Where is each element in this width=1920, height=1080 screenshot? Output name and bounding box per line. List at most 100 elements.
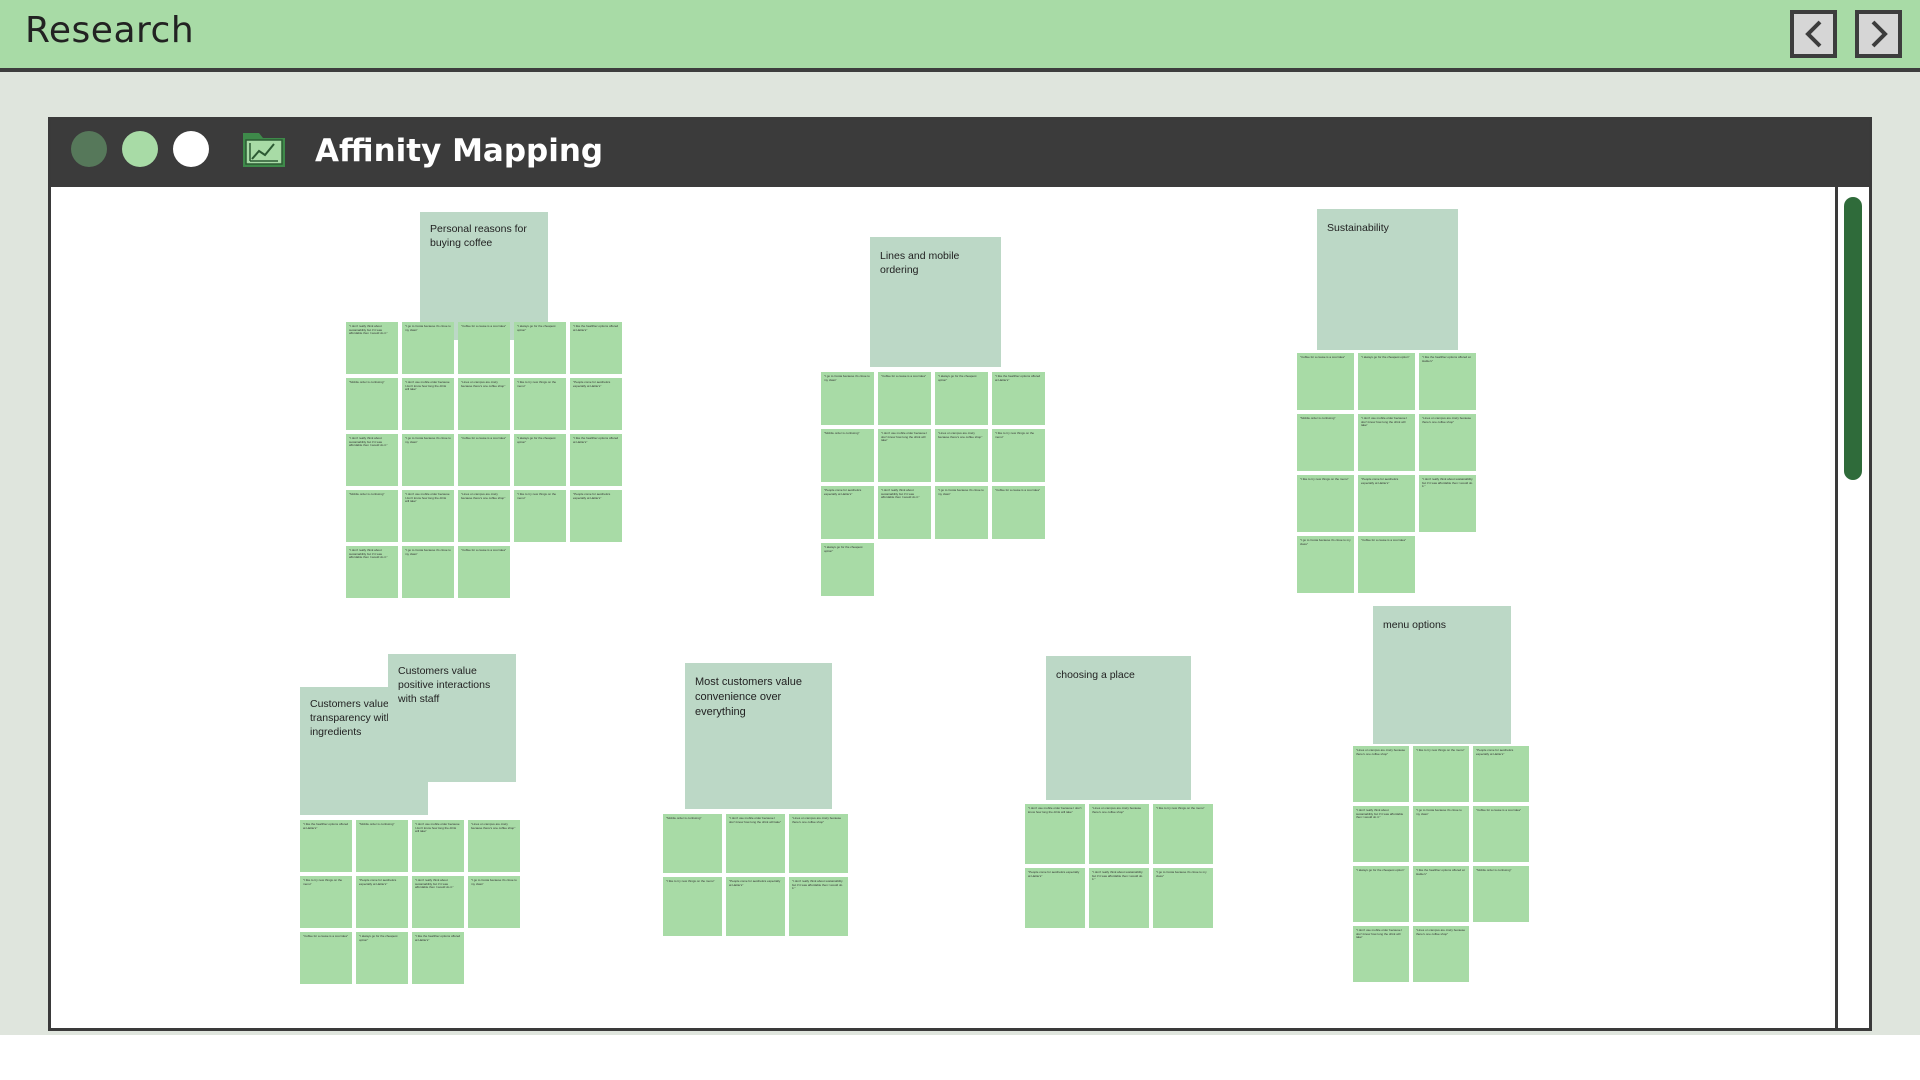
sticky-note[interactable]: "Lines on campus are crazy because there… <box>458 490 510 542</box>
sticky-note[interactable]: "I go to Costa because it's close to my … <box>402 434 454 486</box>
sticky-note[interactable]: "I like the healthier options offered at… <box>992 372 1045 425</box>
sticky-note[interactable]: "Lines on campus are crazy because there… <box>1419 414 1476 471</box>
sticky-note[interactable]: "I go to Costa because it's close to my … <box>402 322 454 374</box>
affinity-window: Affinity Mapping Personal reasons for bu… <box>48 117 1872 1031</box>
back-button[interactable] <box>1790 10 1837 58</box>
sticky-note[interactable]: "I don't use mobile order because I don'… <box>726 814 785 873</box>
sticky-note[interactable]: "Lines on campus are crazy because there… <box>1413 926 1469 982</box>
sticky-note[interactable]: "Mobile order is confusing" <box>1473 866 1529 922</box>
sticky-note[interactable]: "Mobile order is confusing" <box>1297 414 1354 471</box>
sticky-note[interactable]: "I don't really think about sustainabili… <box>346 322 398 374</box>
forward-button[interactable] <box>1855 10 1902 58</box>
sticky-note[interactable]: "Coffee for a cause is a cool idea" <box>458 434 510 486</box>
sticky-note[interactable]: "I always go for the cheapest option" <box>514 322 566 374</box>
group-header-menu[interactable]: menu options <box>1373 606 1511 744</box>
sticky-note[interactable]: "Lines on campus are crazy because there… <box>458 378 510 430</box>
sticky-note[interactable]: "I don't really think about sustainabili… <box>878 486 931 539</box>
sticky-note[interactable]: "I always go for the cheapest option" <box>356 932 408 984</box>
sticky-note[interactable]: "Coffee for a cause is a cool idea" <box>878 372 931 425</box>
sticky-note[interactable]: "Coffee for a cause is a cool idea" <box>458 322 510 374</box>
sticky-note[interactable]: "Coffee for a cause is a cool idea" <box>300 932 352 984</box>
chevron-right-icon <box>1871 20 1888 48</box>
sticky-note[interactable]: "People come for aesthetics especially a… <box>821 486 874 539</box>
sticky-note[interactable]: "I don't really think about sustainabili… <box>346 546 398 598</box>
sticky-note[interactable]: "Mobile order is confusing" <box>356 820 408 872</box>
sticky-note[interactable]: "People come for aesthetics especially a… <box>1025 868 1085 928</box>
sticky-note[interactable]: "Lines on campus are crazy because there… <box>935 429 988 482</box>
sticky-note[interactable]: "I go to Costa because it's close to my … <box>1297 536 1354 593</box>
sticky-note[interactable]: "Lines on campus are crazy because there… <box>1353 746 1409 802</box>
sticky-note[interactable]: "Mobile order is confusing" <box>663 814 722 873</box>
chart-folder-icon <box>243 133 285 167</box>
vertical-scrollbar[interactable] <box>1835 187 1869 1028</box>
sticky-note[interactable]: "Mobile order is confusing" <box>821 429 874 482</box>
sticky-note[interactable]: "I always go for the cheapest option" <box>821 543 874 596</box>
group-header-choosing[interactable]: choosing a place <box>1046 656 1191 800</box>
sticky-note[interactable]: "I always go for the cheapest option" <box>935 372 988 425</box>
sticky-note[interactable]: "Lines on campus are crazy because there… <box>468 820 520 872</box>
sticky-note[interactable]: "People come for aesthetics especially a… <box>570 490 622 542</box>
sticky-note[interactable]: "I like to try new things on the menu" <box>663 877 722 936</box>
sticky-note[interactable]: "Mobile order is confusing" <box>346 490 398 542</box>
affinity-canvas[interactable]: Personal reasons for buying coffee Lines… <box>51 187 1835 1028</box>
group-header-personal[interactable]: Personal reasons for buying coffee <box>420 212 548 340</box>
sticky-note[interactable]: "Mobile order is confusing" <box>346 378 398 430</box>
sticky-note[interactable]: "I don't really think about sustainabili… <box>346 434 398 486</box>
sticky-note[interactable]: "I go to Costa because it's close to my … <box>821 372 874 425</box>
sticky-note[interactable]: "I go to Costa because it's close to my … <box>1153 868 1213 928</box>
sticky-note[interactable]: "I like to try new things on the menu" <box>1297 475 1354 532</box>
sticky-note[interactable]: "Lines on campus are crazy because there… <box>789 814 848 873</box>
sticky-note[interactable]: "I don't really think about sustainabili… <box>1353 806 1409 862</box>
sticky-note[interactable]: "I like to try new things on the menu" <box>514 490 566 542</box>
sticky-note[interactable]: "I go to Costa because it's close to my … <box>935 486 988 539</box>
sticky-note[interactable]: "I like the healthier options offered at… <box>570 322 622 374</box>
sticky-note[interactable]: "I like the healthier options offered at… <box>570 434 622 486</box>
sticky-note[interactable]: "I like the healthier options offered at… <box>300 820 352 872</box>
sticky-note[interactable]: "I don't really think about sustainabili… <box>789 877 848 936</box>
sticky-note[interactable]: "I like the healthier options offered at… <box>1419 353 1476 410</box>
sticky-note[interactable]: "I like to try new things on the menu" <box>1153 804 1213 864</box>
group-header-lines[interactable]: Lines and mobile ordering <box>870 237 1001 367</box>
sticky-note[interactable]: "I always go for the cheapest option" <box>514 434 566 486</box>
sticky-note[interactable]: "I don't really think about sustainabili… <box>412 876 464 928</box>
sticky-note[interactable]: "I don't really think about sustainabili… <box>1419 475 1476 532</box>
sticky-note[interactable]: "I like the healthier options offered at… <box>1413 866 1469 922</box>
sticky-note[interactable]: "Lines on campus are crazy because there… <box>1089 804 1149 864</box>
sticky-note[interactable]: "I like to try new things on the menu" <box>1413 746 1469 802</box>
top-bar: Research <box>0 0 1920 72</box>
sticky-note[interactable]: "Coffee for a cause is a cool idea" <box>992 486 1045 539</box>
sticky-note[interactable]: "Coffee for a cause is a cool idea" <box>1473 806 1529 862</box>
sticky-note[interactable]: "I like the healthier options offered at… <box>412 932 464 984</box>
sticky-note[interactable]: "I don't use mobile order because I don'… <box>412 820 464 872</box>
sticky-note[interactable]: "I go to Costa because it's close to my … <box>468 876 520 928</box>
scroll-thumb[interactable] <box>1844 197 1862 480</box>
sticky-note[interactable]: "Coffee for a cause is a cool idea" <box>1297 353 1354 410</box>
sticky-note[interactable]: "I don't use mobile order because I don'… <box>402 378 454 430</box>
sticky-note[interactable]: "People come for aesthetics especially a… <box>356 876 408 928</box>
window-control-white[interactable] <box>173 131 209 167</box>
sticky-note[interactable]: "I go to Costa because it's close to my … <box>1413 806 1469 862</box>
sticky-note[interactable]: "I don't use mobile order because I don'… <box>1353 926 1409 982</box>
sticky-note[interactable]: "People come for aesthetics especially a… <box>570 378 622 430</box>
sticky-note[interactable]: "I don't use mobile order because I don'… <box>402 490 454 542</box>
group-header-sustainability[interactable]: Sustainability <box>1317 209 1458 350</box>
group-header-convenience[interactable]: Most customers value convenience over ev… <box>685 663 832 809</box>
sticky-note[interactable]: "I like to try new things on the menu" <box>300 876 352 928</box>
sticky-note[interactable]: "I don't use mobile order because I don'… <box>1358 414 1415 471</box>
group-header-staff[interactable]: Customers value positive interactions wi… <box>388 654 516 782</box>
sticky-note[interactable]: "I don't really think about sustainabili… <box>1089 868 1149 928</box>
sticky-note[interactable]: "I like to try new things on the menu" <box>992 429 1045 482</box>
sticky-note[interactable]: "I always go for the cheapest option" <box>1358 353 1415 410</box>
sticky-note[interactable]: "Coffee for a cause is a cool idea" <box>458 546 510 598</box>
sticky-note[interactable]: "I always go for the cheapest option" <box>1353 866 1409 922</box>
sticky-note[interactable]: "People come for aesthetics especially a… <box>1358 475 1415 532</box>
sticky-note[interactable]: "Coffee for a cause is a cool idea" <box>1358 536 1415 593</box>
sticky-note[interactable]: "I don't use mobile order because I don'… <box>1025 804 1085 864</box>
sticky-note[interactable]: "I don't use mobile order because I don'… <box>878 429 931 482</box>
window-control-dark[interactable] <box>71 131 107 167</box>
sticky-note[interactable]: "People come for aesthetics especially a… <box>1473 746 1529 802</box>
sticky-note[interactable]: "I like to try new things on the menu" <box>514 378 566 430</box>
window-control-green[interactable] <box>122 131 158 167</box>
sticky-note[interactable]: "I go to Costa because it's close to my … <box>402 546 454 598</box>
sticky-note[interactable]: "People come for aesthetics especially a… <box>726 877 785 936</box>
